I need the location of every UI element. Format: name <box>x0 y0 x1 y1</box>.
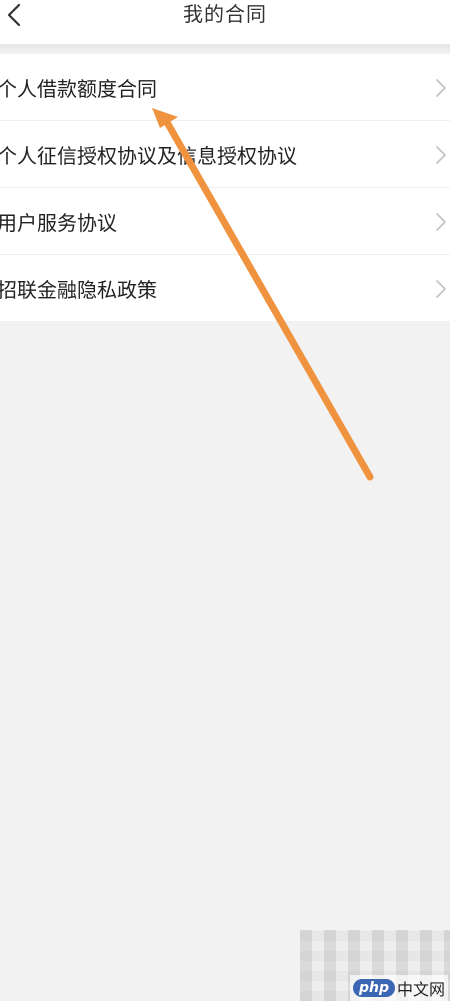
chevron-right-icon <box>436 79 446 97</box>
contract-item-label: 个人征信授权协议及信息授权协议 <box>0 143 297 168</box>
watermark-site-name: 中文网 <box>396 980 445 999</box>
contract-item-credit-authorization[interactable]: 个人征信授权协议及信息授权协议 <box>0 121 450 188</box>
contract-item-privacy-policy[interactable]: 招联金融隐私政策 <box>0 255 450 321</box>
contract-item-loan-credit[interactable]: 个人借款额度合同 <box>0 54 450 121</box>
contract-item-label: 用户服务协议 <box>0 210 117 235</box>
app-header: 我的合同 <box>0 0 450 44</box>
contract-item-label: 个人借款额度合同 <box>0 76 157 101</box>
header-divider <box>0 44 450 54</box>
contract-list: 个人借款额度合同 个人征信授权协议及信息授权协议 用户服务协议 招联金融隐私政策 <box>0 54 450 321</box>
watermark-label: php 中文网 <box>349 975 448 1001</box>
page-title: 我的合同 <box>183 2 267 26</box>
contract-item-label: 招联金融隐私政策 <box>0 277 157 302</box>
chevron-right-icon <box>436 280 446 298</box>
chevron-right-icon <box>436 146 446 164</box>
chevron-right-icon <box>436 213 446 231</box>
contract-item-user-service[interactable]: 用户服务协议 <box>0 188 450 255</box>
php-logo: php <box>352 979 395 997</box>
watermark: php 中文网 <box>300 930 450 1001</box>
